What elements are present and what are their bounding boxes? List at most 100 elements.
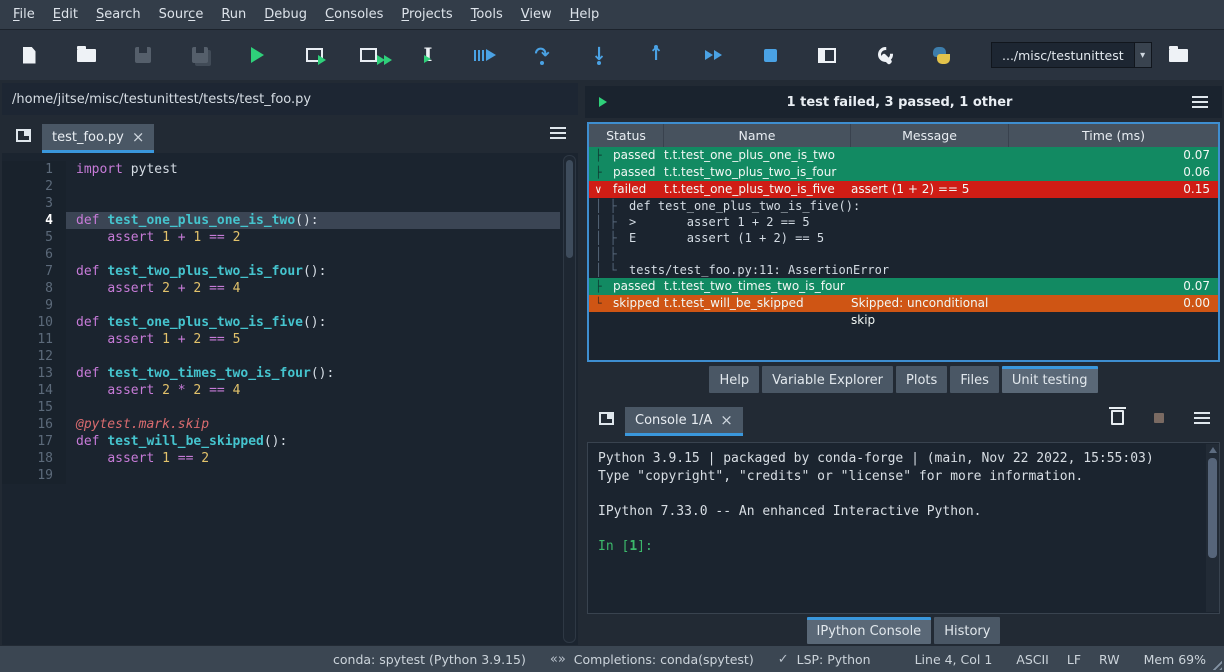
editor-pane: /home/jitse/misc/testunittest/tests/test…	[2, 83, 578, 645]
line-source: def test_two_times_two_is_four():	[66, 365, 578, 382]
menu-tools[interactable]: Tools	[462, 0, 512, 30]
menu-file[interactable]: File	[4, 0, 44, 30]
status-cell: passed	[613, 147, 664, 164]
code-line-9: 9	[2, 297, 578, 314]
debug-file-icon[interactable]	[470, 40, 500, 70]
code-line-15: 15	[2, 399, 578, 416]
tab-console-1a[interactable]: Console 1/A ×	[625, 407, 743, 436]
cursor-position: Line 4, Col 1	[915, 652, 993, 667]
editor-options-menu-button[interactable]	[550, 127, 566, 139]
run-cell-advance-icon[interactable]	[356, 40, 386, 70]
browse-tabs-button[interactable]	[591, 403, 621, 433]
tab-test-foo-py[interactable]: test_foo.py ×	[42, 124, 154, 153]
preferences-icon[interactable]	[869, 40, 899, 70]
test-result-row-passed[interactable]: ├passedt.t.test_two_times_two_is_four0.0…	[589, 278, 1218, 295]
run-tests-button[interactable]	[599, 97, 607, 107]
test-result-row-skipped[interactable]: └skippedt.t.test_will_be_skippedSkipped:…	[589, 295, 1218, 312]
menu-edit[interactable]: Edit	[44, 0, 87, 30]
message-cell	[851, 164, 1009, 181]
detail-text: > assert 1 + 2 == 5	[629, 214, 810, 230]
conda-env-status[interactable]: conda: spytest (Python 3.9.15)	[333, 652, 526, 667]
completions-status[interactable]: Completions: conda(spytest)	[574, 652, 754, 667]
chevron-down-icon[interactable]: ▾	[1135, 42, 1152, 68]
tab-plots[interactable]: Plots	[896, 366, 947, 393]
menu-debug[interactable]: Debug	[255, 0, 316, 30]
test-detail-row[interactable]: │ └tests/test_foo.py:11: AssertionError	[589, 262, 1218, 278]
tab-label: test_foo.py	[52, 130, 124, 145]
line-number: 10	[2, 314, 66, 331]
menu-source[interactable]: Source	[150, 0, 213, 30]
pythonpath-manager-icon[interactable]	[926, 40, 956, 70]
line-source	[66, 348, 578, 365]
scroll-up-arrow-icon[interactable]	[1209, 447, 1217, 453]
line-source: def test_one_plus_one_is_two():	[66, 212, 560, 229]
console-line	[598, 520, 1199, 538]
menu-projects[interactable]: Projects	[392, 0, 461, 30]
detail-text: E assert (1 + 2) == 5	[629, 230, 824, 246]
scrollbar-thumb[interactable]	[1208, 458, 1217, 558]
status-bar: conda: spytest (Python 3.9.15) «» Comple…	[0, 646, 1224, 672]
scrollbar-thumb[interactable]	[566, 160, 573, 258]
step-into-icon[interactable]: ↓	[584, 40, 614, 70]
console-prompt[interactable]: In [1]:	[598, 538, 1199, 556]
open-file-icon[interactable]	[71, 40, 101, 70]
run-selection-icon[interactable]: I	[413, 40, 443, 70]
close-icon[interactable]: ×	[132, 130, 145, 145]
code-line-12: 12	[2, 348, 578, 365]
test-result-row-failed[interactable]: ∨failedt.t.test_one_plus_two_is_fiveasse…	[589, 181, 1218, 198]
menu-search[interactable]: Search	[87, 0, 150, 30]
line-source: def test_will_be_skipped():	[66, 433, 578, 450]
new-file-icon[interactable]	[14, 40, 44, 70]
tree-guide: ∨	[589, 181, 613, 198]
console-options-menu-button[interactable]	[1194, 412, 1210, 424]
console-scrollbar[interactable]	[1206, 444, 1219, 612]
test-detail-row[interactable]: │ ├> assert 1 + 2 == 5	[589, 214, 1218, 230]
test-result-row-passed[interactable]: ├passedt.t.test_one_plus_one_is_two0.07	[589, 147, 1218, 164]
ipython-console-output[interactable]: Python 3.9.15 | packaged by conda-forge …	[587, 442, 1220, 614]
interrupt-kernel-icon[interactable]	[1154, 413, 1164, 423]
tab-variable-explorer[interactable]: Variable Explorer	[762, 366, 893, 393]
working-directory-value[interactable]: .../misc/testunittest	[991, 42, 1135, 68]
stop-icon[interactable]	[755, 40, 785, 70]
continue-icon[interactable]	[698, 40, 728, 70]
run-cell-icon[interactable]	[299, 40, 329, 70]
remove-variables-icon[interactable]	[1111, 410, 1124, 425]
run-file-icon[interactable]	[242, 40, 272, 70]
browse-working-directory-button[interactable]	[1164, 40, 1194, 70]
menu-view[interactable]: View	[512, 0, 561, 30]
test-detail-row[interactable]: │ ├def test_one_plus_two_is_five():	[589, 198, 1218, 214]
maximize-pane-icon[interactable]	[812, 40, 842, 70]
working-directory-combo[interactable]: .../misc/testunittest ▾	[991, 42, 1152, 68]
check-icon: ✓	[778, 652, 789, 667]
step-return-icon[interactable]: ↑	[641, 40, 671, 70]
menu-help[interactable]: Help	[561, 0, 609, 30]
resize-grip[interactable]	[1209, 657, 1222, 670]
tab-ipython-console[interactable]: IPython Console	[807, 617, 932, 644]
unit-testing-options-menu-button[interactable]	[1192, 96, 1208, 108]
tree-guide: ├	[589, 147, 613, 164]
test-result-row-passed[interactable]: ├passedt.t.test_two_plus_two_is_four0.06	[589, 164, 1218, 181]
test-detail-row[interactable]: │ ├E assert (1 + 2) == 5	[589, 230, 1218, 246]
detail-text: def test_one_plus_two_is_five():	[629, 198, 860, 214]
test-results-table[interactable]: Status Name Message Time (ms) ├passedt.t…	[587, 122, 1220, 362]
step-over-icon[interactable]: ↷	[527, 40, 557, 70]
menu-run[interactable]: Run	[212, 0, 255, 30]
test-detail-row[interactable]: │ ├	[589, 246, 1218, 262]
browse-tabs-button[interactable]	[8, 120, 38, 150]
message-cell: assert (1 + 2) == 5	[851, 181, 1009, 198]
code-editor[interactable]: 1import pytest234def test_one_plus_one_i…	[2, 153, 578, 645]
menu-consoles[interactable]: Consoles	[316, 0, 392, 30]
tab-files[interactable]: Files	[950, 366, 999, 393]
tab-unit-testing[interactable]: Unit testing	[1002, 366, 1098, 393]
tab-history[interactable]: History	[934, 617, 1000, 644]
editor-scrollbar[interactable]	[563, 155, 576, 643]
tab-help[interactable]: Help	[709, 366, 759, 393]
status-cell: passed	[613, 278, 664, 295]
message-cell: Skipped: unconditional skip	[851, 295, 1009, 329]
line-source	[66, 195, 578, 212]
save-all-icon	[185, 40, 215, 70]
lsp-status: LSP: Python	[797, 652, 871, 667]
status-cell: failed	[613, 181, 664, 198]
close-icon[interactable]: ×	[720, 413, 733, 428]
line-number: 9	[2, 297, 66, 314]
